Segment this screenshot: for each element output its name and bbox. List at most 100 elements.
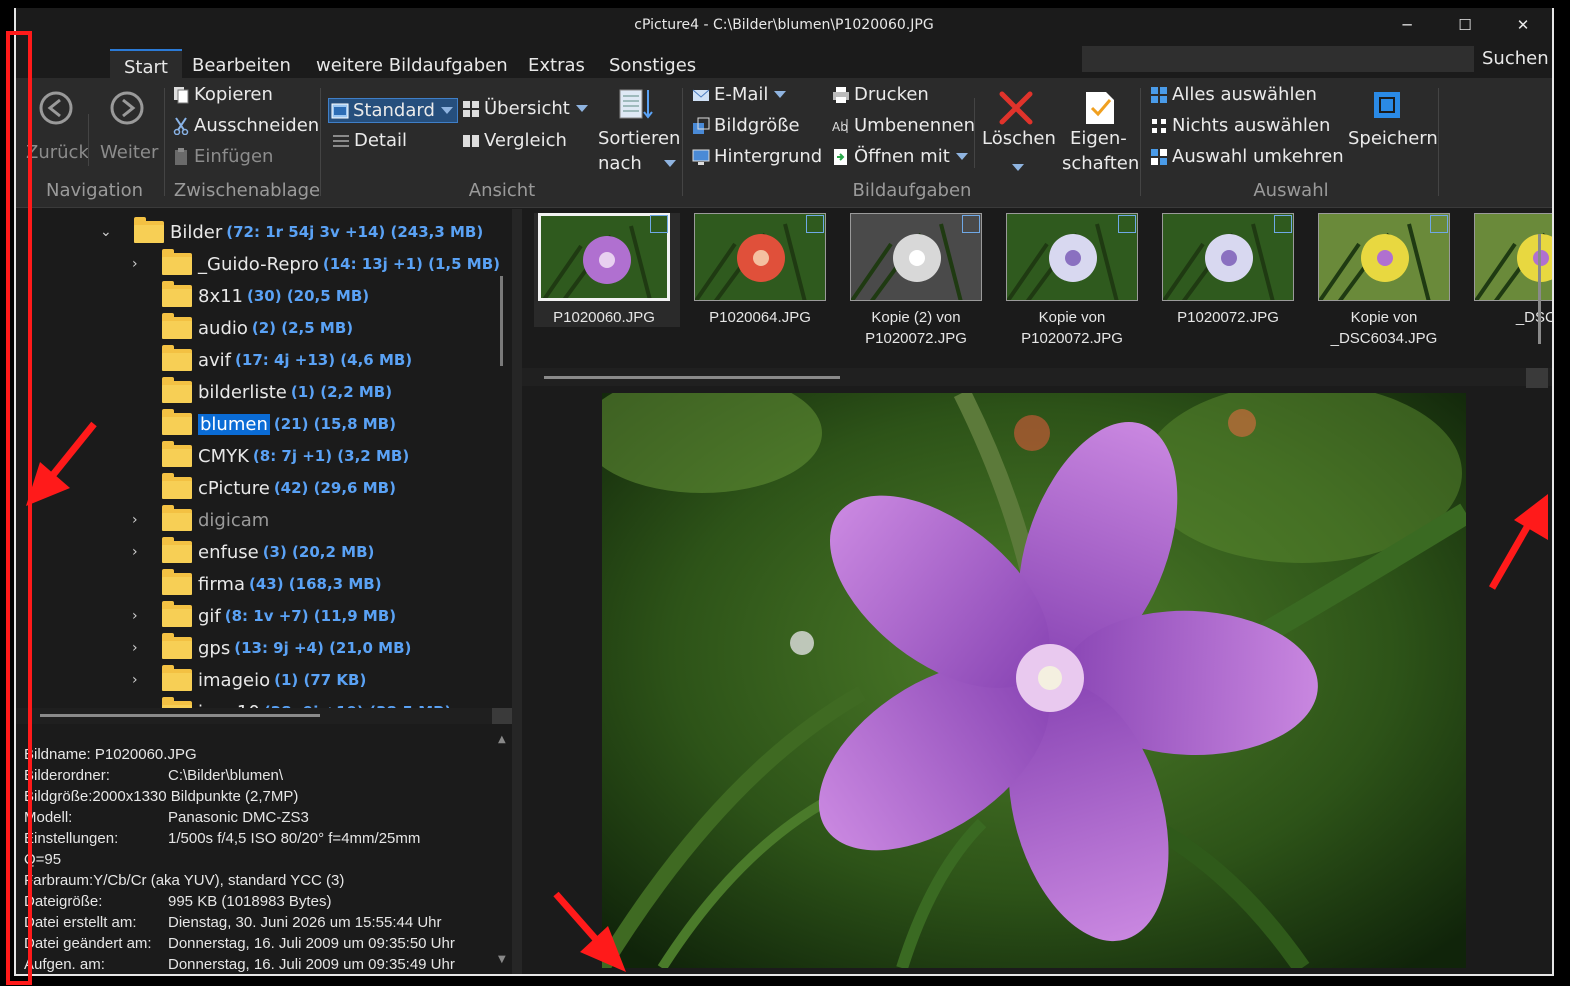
thumbnail-hscrollbar[interactable]: [544, 376, 840, 379]
invert-selection-label: Auswahl umkehren: [1172, 146, 1344, 167]
save-button[interactable]: Speichern: [1348, 128, 1438, 149]
tree-item-enfuse[interactable]: › enfuse (3) (20,2 MB): [132, 537, 374, 567]
thumbnail-checkbox[interactable]: [650, 215, 668, 233]
tree-item-count: (8: 7j +1) (3,2 MB): [252, 447, 410, 465]
info-label: Datei erstellt am:: [24, 914, 137, 931]
tree-item-digicam[interactable]: › digicam: [132, 505, 269, 535]
pane-splitter[interactable]: [512, 209, 522, 974]
open-with-label: Öffnen mit: [854, 146, 950, 167]
tree-item-blumen[interactable]: blumen (21) (15,8 MB): [138, 409, 396, 439]
folder-icon: [162, 249, 192, 275]
view-standard-button[interactable]: Standard: [328, 98, 458, 123]
select-all-label: Alles auswählen: [1172, 84, 1317, 105]
tree-item-imageio[interactable]: › imageio (1) (77 KB): [132, 665, 366, 695]
chevron-right-icon[interactable]: ›: [132, 512, 146, 528]
forward-button[interactable]: Weiter: [100, 142, 158, 163]
chevron-right-icon[interactable]: ›: [132, 640, 146, 656]
compare-icon: [462, 132, 480, 150]
thumbnail-label-line1: P1020072.JPG: [1177, 309, 1279, 326]
tree-item-avif[interactable]: avif (17: 4j +13) (4,6 MB): [138, 345, 412, 375]
image-preview[interactable]: [602, 393, 1466, 968]
view-compare-button[interactable]: Vergleich: [462, 130, 567, 151]
paste-button[interactable]: Einfügen: [172, 146, 273, 167]
tree-item-8x11[interactable]: 8x11 (30) (20,5 MB): [138, 281, 369, 311]
delete-dropdown[interactable]: [1012, 164, 1024, 171]
scissors-icon: [172, 116, 190, 135]
image-size-button[interactable]: Bildgröße: [692, 115, 800, 136]
view-detail-button[interactable]: Detail: [332, 130, 407, 151]
thumbnail-label-line1: Kopie von: [1350, 309, 1418, 326]
tree-item-label: 8x11: [198, 285, 244, 307]
properties-button[interactable]: Eigen-: [1070, 128, 1127, 149]
tree-root-bilder[interactable]: ⌄ Bilder (72: 1r 54j 3v +14) (243,3 MB): [100, 217, 483, 247]
chevron-right-icon[interactable]: ›: [132, 672, 146, 688]
maximize-button[interactable]: ☐: [1436, 8, 1494, 42]
folder-icon: [162, 409, 192, 435]
scroll-down-icon[interactable]: ▼: [498, 954, 506, 965]
tree-item-label: enfuse: [198, 541, 259, 563]
print-button[interactable]: Drucken: [832, 84, 929, 105]
thumbnail-scrollbar[interactable]: [1538, 234, 1541, 344]
chevron-down-icon: [1012, 164, 1024, 171]
thumbnail-checkbox[interactable]: [1430, 215, 1448, 233]
tab-sonstiges[interactable]: Sonstiges: [595, 49, 710, 78]
info-value: 1/500s f/4,5 ISO 80/20° f=4mm/25mm: [168, 830, 421, 847]
folder-icon: [162, 377, 192, 403]
tree-hscrollbar[interactable]: [40, 714, 320, 717]
tree-item-cpicture[interactable]: cPicture (42) (29,6 MB): [138, 473, 396, 503]
copy-button[interactable]: Kopieren: [172, 84, 273, 105]
tab-weitere-bildaufgaben[interactable]: weitere Bildaufgaben: [302, 49, 522, 78]
rename-label: Umbenennen: [854, 115, 975, 136]
tab-start[interactable]: Start: [110, 49, 182, 78]
chevron-down-icon[interactable]: ⌄: [100, 224, 114, 240]
minimize-button[interactable]: ─: [1378, 8, 1436, 42]
email-button[interactable]: E-Mail: [692, 84, 787, 105]
tree-item-gps[interactable]: › gps (13: 9j +4) (21,0 MB): [132, 633, 411, 663]
search-button[interactable]: Suchen: [1482, 48, 1549, 69]
thumbnail-checkbox[interactable]: [962, 215, 980, 233]
invert-selection-button[interactable]: Auswahl umkehren: [1150, 146, 1344, 167]
tree-item-label: blumen: [198, 413, 270, 435]
info-label: Einstellungen:: [24, 830, 119, 847]
tree-item-count: (14: 13j +1) (1,5 MB): [322, 255, 500, 273]
view-overview-button[interactable]: Übersicht: [462, 98, 588, 119]
tree-item-label: gif: [198, 605, 221, 627]
folder-icon: [162, 281, 192, 307]
chevron-right-icon[interactable]: ›: [132, 256, 146, 272]
properties-label-line2: schaften: [1062, 153, 1140, 174]
tree-item--guido-repro[interactable]: › _Guido-Repro (14: 13j +1) (1,5 MB): [132, 249, 500, 279]
tab-extras[interactable]: Extras: [514, 49, 599, 78]
scroll-up-icon[interactable]: ▲: [498, 734, 506, 745]
chevron-down-icon: [575, 105, 588, 112]
chevron-right-icon[interactable]: ›: [132, 544, 146, 560]
wallpaper-button[interactable]: Hintergrund: [692, 146, 822, 167]
tree-item-cmyk[interactable]: CMYK (8: 7j +1) (3,2 MB): [138, 441, 409, 471]
chevron-right-icon[interactable]: ›: [132, 608, 146, 624]
image-info-panel: Bildname: P1020060.JPG Bilderordner: C:\Bi…: [16, 726, 512, 974]
thumbnail-checkbox[interactable]: [1274, 215, 1292, 233]
cut-button[interactable]: Ausschneiden: [172, 115, 319, 136]
back-button[interactable]: Zurück: [26, 142, 89, 163]
sort-button[interactable]: Sortieren: [598, 128, 680, 149]
group-label-clipboard: Zwischenablage: [173, 180, 321, 201]
select-none-button[interactable]: Nichts auswählen: [1150, 115, 1330, 136]
tree-item-audio[interactable]: audio (2) (2,5 MB): [138, 313, 353, 343]
tree-item-bilderliste[interactable]: bilderliste (1) (2,2 MB): [138, 377, 392, 407]
tree-item-firma[interactable]: firma (43) (168,3 MB): [138, 569, 382, 599]
thumbnail-checkbox[interactable]: [806, 215, 824, 233]
thumbnail-checkbox[interactable]: [1118, 215, 1136, 233]
close-button[interactable]: ✕: [1494, 8, 1552, 42]
tree-scrollbar[interactable]: [500, 276, 503, 366]
thumbnail-label-line2: P1020072.JPG: [1021, 330, 1123, 347]
tree-item-gif[interactable]: › gif (8: 1v +7) (11,9 MB): [132, 601, 396, 631]
search-input[interactable]: [1082, 46, 1474, 72]
open-with-button[interactable]: Öffnen mit: [832, 146, 968, 167]
select-all-button[interactable]: Alles auswählen: [1150, 84, 1317, 105]
tab-bearbeiten[interactable]: Bearbeiten: [178, 49, 305, 78]
thumbnail[interactable]: P1020060.JPG: [534, 213, 680, 327]
resize-icon: [692, 117, 710, 135]
view-standard-label: Standard: [353, 100, 435, 121]
delete-button[interactable]: Löschen: [982, 128, 1056, 149]
list-icon: [332, 132, 350, 150]
rename-button[interactable]: Ab Umbenennen: [832, 115, 975, 136]
